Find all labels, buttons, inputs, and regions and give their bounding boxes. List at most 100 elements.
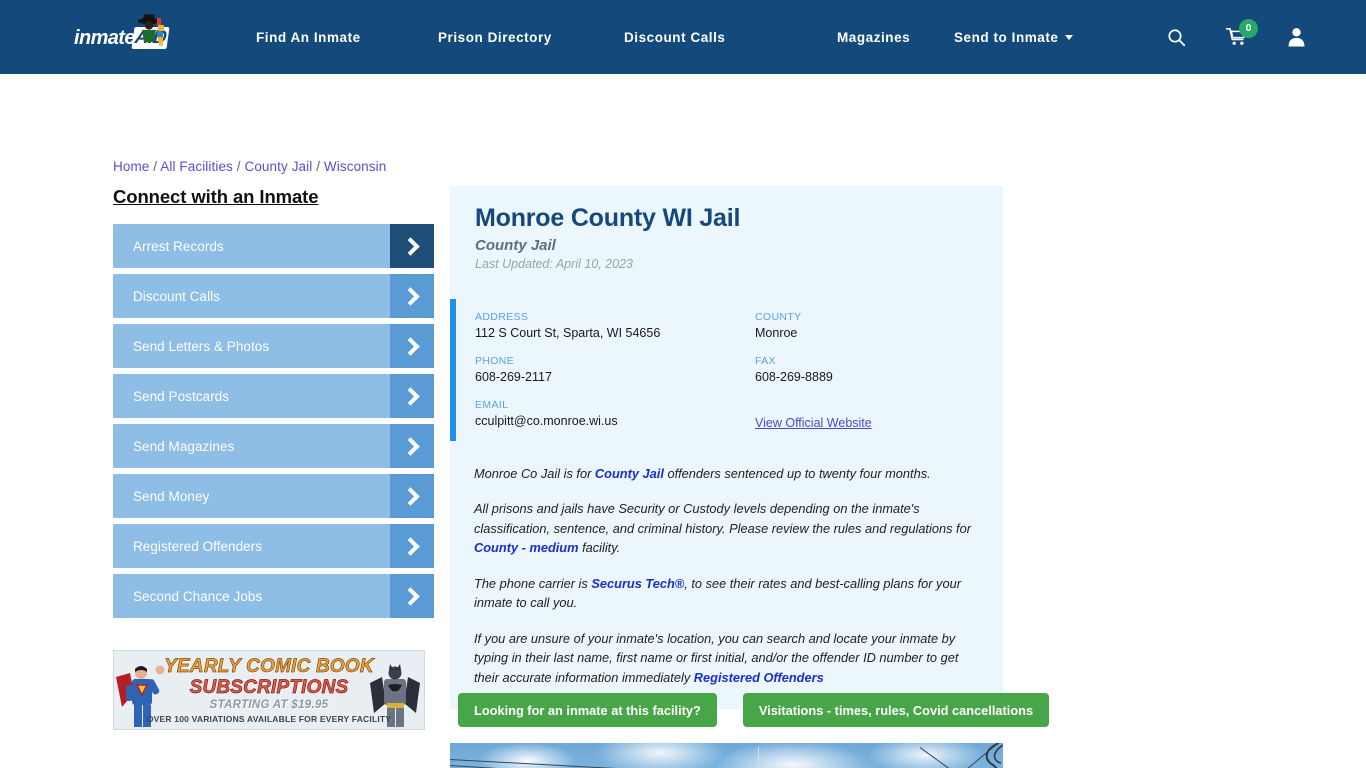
last-updated-text: Last Updated: April 10, 2023 [475, 257, 633, 271]
accent-bar [450, 299, 456, 441]
nav-label: Send to Inmate [954, 29, 1059, 45]
nav-label: Discount Calls [624, 29, 726, 45]
chevron-right-icon [390, 574, 434, 618]
sidebar-item-label: Send Money [133, 488, 210, 504]
chevron-down-icon [1065, 34, 1074, 40]
p1-text-b: offenders sentenced up to twenty four mo… [663, 466, 931, 481]
comic-book-ad-banner[interactable]: YEARLY COMIC BOOK SUBSCRIPTIONS STARTING… [113, 650, 425, 730]
email-label: EMAIL [475, 399, 509, 411]
chevron-right-icon [390, 374, 434, 418]
courthouse-spire [758, 747, 760, 768]
breadcrumb-item-all-facilities[interactable]: All Facilities [160, 159, 233, 174]
address-field: ADDRESS 112 S Court St, Sparta, WI 54656 [475, 311, 755, 340]
nav-item-prison-directory[interactable]: Prison Directory [438, 30, 624, 45]
p2-text-a: All prisons and jails have Security or C… [474, 501, 971, 536]
ad-headline-2: SUBSCRIPTIONS [189, 677, 349, 699]
cart-count-badge: 0 [1239, 19, 1258, 38]
nav-label: Prison Directory [438, 29, 552, 45]
view-official-website-link[interactable]: View Official Website [755, 416, 872, 430]
county-jail-link[interactable]: County Jail [595, 466, 664, 481]
fax-field: FAX 608-269-8889 [755, 355, 1003, 384]
nav-item-send-to-inmate[interactable]: Send to Inmate [954, 29, 1074, 45]
description-paragraph-2: All prisons and jails have Security or C… [474, 499, 979, 557]
site-logo[interactable]: inmateAID [74, 14, 186, 57]
sidebar-item-send-letters-photos[interactable]: Send Letters & Photos [113, 324, 434, 368]
p3-text-a: The phone carrier is [474, 575, 592, 591]
sidebar-item-send-money[interactable]: Send Money [113, 474, 434, 518]
contact-details-block: ADDRESS 112 S Court St, Sparta, WI 54656… [450, 299, 1003, 446]
county-label: COUNTY [755, 311, 802, 323]
sidebar-item-second-chance-jobs[interactable]: Second Chance Jobs [113, 574, 434, 618]
header-icon-group: 0 [1167, 0, 1306, 74]
sidebar-item-arrest-records[interactable]: Arrest Records [113, 224, 434, 268]
phone-field: PHONE 608-269-2117 [475, 355, 755, 384]
breadcrumb-item-county-jail[interactable]: County Jail [244, 159, 312, 174]
sidebar-item-registered-offenders[interactable]: Registered Offenders [113, 524, 434, 568]
sidebar-title: Connect with an Inmate [113, 186, 319, 207]
breadcrumb-separator: / [149, 159, 161, 174]
sidebar-item-send-postcards[interactable]: Send Postcards [113, 374, 434, 418]
description-paragraph-1: Monroe Co Jail is for County Jail offend… [474, 464, 979, 483]
address-value: 112 S Court St, Sparta, WI 54656 [475, 326, 661, 340]
sidebar-item-label: Send Letters & Photos [133, 338, 270, 354]
county-medium-link[interactable]: County - medium [474, 540, 579, 555]
sidebar-item-label: Send Magazines [133, 438, 235, 454]
logo-wordmark: inmate [74, 27, 135, 49]
chevron-right-icon [390, 324, 434, 368]
registered-offenders-link[interactable]: Registered Offenders [694, 670, 824, 685]
email-field: EMAIL cculpitt@co.monroe.wi.us [475, 399, 755, 432]
sidebar-item-label: Arrest Records [133, 238, 224, 254]
breadcrumb-separator: / [232, 159, 245, 174]
visitations-button[interactable]: Visitations - times, rules, Covid cancel… [742, 693, 1050, 727]
sidebar: Connect with an Inmate Arrest Records Di… [113, 186, 434, 624]
email-value: cculpitt@co.monroe.wi.us [475, 414, 618, 428]
county-field: COUNTY Monroe [755, 311, 1003, 340]
description-paragraph-3: The phone carrier is Securus Tech®, to s… [474, 574, 979, 613]
official-website-field: View Official Website [755, 399, 1003, 432]
search-icon[interactable] [1167, 28, 1186, 47]
page-title: Monroe County WI Jail [475, 204, 741, 232]
cta-button-row: Looking for an inmate at this facility? … [458, 693, 1050, 727]
p1-text-a: Monroe Co Jail is for [474, 466, 595, 481]
breadcrumb-item-wisconsin[interactable]: Wisconsin [324, 159, 386, 174]
nav-item-discount-calls[interactable]: Discount Calls [624, 30, 837, 45]
description-paragraph-4: If you are unsure of your inmate's locat… [474, 629, 979, 687]
facility-exterior-photo [450, 743, 1003, 768]
p2-text-b: facility. [578, 540, 621, 556]
nav-item-magazines[interactable]: Magazines [837, 30, 954, 45]
chevron-right-icon [390, 424, 434, 468]
sidebar-item-label: Registered Offenders [133, 538, 263, 554]
logo-mascot-icon [138, 14, 164, 46]
inmate-search-button[interactable]: Looking for an inmate at this facility? [458, 693, 717, 727]
sidebar-item-label: Discount Calls [133, 288, 220, 304]
nav-label: Magazines [837, 29, 911, 45]
user-icon[interactable] [1287, 27, 1306, 47]
address-label: ADDRESS [475, 311, 529, 323]
sidebar-item-discount-calls[interactable]: Discount Calls [113, 274, 434, 318]
fax-label: FAX [755, 355, 776, 367]
ad-price-line: STARTING AT $19.95 [209, 699, 329, 711]
breadcrumb-separator: / [312, 159, 324, 174]
nav-label: Find An Inmate [256, 29, 361, 45]
county-value: Monroe [755, 326, 798, 340]
cart-icon[interactable]: 0 [1225, 19, 1258, 47]
breadcrumb-item-home[interactable]: Home [113, 159, 149, 174]
site-header: inmateAID Find An Inmate Prison Director… [0, 0, 1366, 74]
breadcrumb: Home / All Facilities / County Jail / Wi… [113, 159, 386, 174]
website-label-spacer [755, 399, 1003, 411]
sidebar-item-send-magazines[interactable]: Send Magazines [113, 424, 434, 468]
nav-item-find-an-inmate[interactable]: Find An Inmate [256, 30, 438, 45]
ad-headline-1: YEARLY COMIC BOOK [164, 656, 374, 678]
phone-value: 608-269-2117 [475, 370, 552, 384]
main-navigation: Find An Inmate Prison Directory Discount… [256, 0, 1074, 74]
securus-tech-link[interactable]: Securus Tech® [591, 576, 684, 591]
facility-info-card: Monroe County WI Jail County Jail Last U… [450, 186, 1003, 709]
sidebar-item-label: Send Postcards [133, 388, 230, 404]
facility-description: Monroe Co Jail is for County Jail offend… [450, 446, 1003, 709]
fax-value: 608-269-8889 [755, 370, 833, 384]
chevron-right-icon [390, 474, 434, 518]
utility-pole-icon [985, 743, 1003, 768]
facility-type: County Jail [475, 237, 556, 254]
chevron-right-icon [390, 524, 434, 568]
sidebar-item-label: Second Chance Jobs [133, 588, 263, 604]
